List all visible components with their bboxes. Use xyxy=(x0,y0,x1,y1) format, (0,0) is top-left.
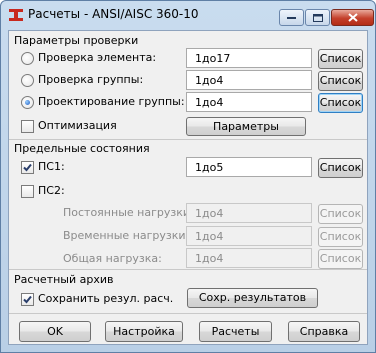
total-load-list-button[interactable]: Список xyxy=(318,249,363,269)
ok-button[interactable]: OK xyxy=(19,321,91,342)
label-optimization: Оптимизация xyxy=(38,119,117,132)
radio-selected-dot xyxy=(25,100,30,105)
permanent-loads-list-button[interactable]: Список xyxy=(318,204,363,224)
save-results-button[interactable]: Сохр. результатов xyxy=(187,288,318,308)
label-ps2: ПС2: xyxy=(38,184,65,197)
settings-button[interactable]: Настройка xyxy=(105,321,183,342)
check-element-input[interactable]: 1до17 xyxy=(186,48,312,68)
dialog-window: Расчеты - ANSI/AISC 360-10 Параметры про… xyxy=(0,0,376,353)
maximize-icon xyxy=(312,13,323,22)
section-title-check-params: Параметры проверки xyxy=(14,34,139,47)
help-button[interactable]: Справка xyxy=(288,321,360,342)
checkmark-icon xyxy=(23,295,32,304)
maximize-button[interactable] xyxy=(305,9,330,26)
close-button[interactable] xyxy=(331,9,374,26)
app-logo-icon xyxy=(9,9,23,21)
dialog-body: Параметры проверки Проверка элемента: 1д… xyxy=(8,30,368,345)
label-live-loads: Временные нагрузки: xyxy=(63,229,190,242)
permanent-loads-input[interactable]: 1до4 xyxy=(186,203,312,223)
live-loads-list-button[interactable]: Список xyxy=(318,227,363,247)
optimization-checkbox[interactable] xyxy=(21,120,34,133)
radio-design-group[interactable] xyxy=(21,96,34,109)
title-bar[interactable]: Расчеты - ANSI/AISC 360-10 xyxy=(1,1,375,29)
check-params-section: Параметры проверки Проверка элемента: 1д… xyxy=(9,31,367,139)
footer-buttons: OK Настройка Расчеты Справка xyxy=(9,313,367,346)
parameters-button[interactable]: Параметры xyxy=(186,117,306,136)
label-save-results: Сохранить резул. расч. xyxy=(38,292,174,305)
minimize-button[interactable] xyxy=(279,9,304,26)
check-group-list-button[interactable]: Список xyxy=(318,71,363,91)
radio-check-element[interactable] xyxy=(21,52,34,65)
checkmark-icon xyxy=(23,163,32,172)
section-title-archive: Расчетный архив xyxy=(14,273,114,286)
ps1-list-button[interactable]: Список xyxy=(318,158,363,178)
minimize-icon xyxy=(287,16,296,19)
check-element-list-button[interactable]: Список xyxy=(318,49,363,69)
label-permanent-loads: Постоянные нагрузки: xyxy=(63,206,194,219)
radio-check-group[interactable] xyxy=(21,74,34,87)
ps2-checkbox[interactable] xyxy=(21,185,34,198)
total-load-input[interactable]: 1до4 xyxy=(186,248,312,268)
close-icon xyxy=(347,13,358,22)
limit-states-section: Предельные состояния ПС1: 1до5 Список ПС… xyxy=(9,139,367,270)
ps1-input[interactable]: 1до5 xyxy=(186,157,312,177)
calculations-button[interactable]: Расчеты xyxy=(199,321,272,342)
live-loads-input[interactable]: 1до4 xyxy=(186,226,312,246)
label-design-group: Проектирование группы: xyxy=(38,95,185,108)
label-ps1: ПС1: xyxy=(38,160,65,173)
ps1-checkbox[interactable] xyxy=(21,161,34,174)
label-check-element: Проверка элемента: xyxy=(38,51,157,64)
archive-section: Расчетный архив Сохранить резул. расч. С… xyxy=(9,269,367,314)
save-results-checkbox[interactable] xyxy=(21,293,34,306)
label-total-load: Общая нагрузка: xyxy=(63,252,162,265)
check-group-input[interactable]: 1до4 xyxy=(186,70,312,90)
label-check-group: Проверка группы: xyxy=(38,73,144,86)
design-group-input[interactable]: 1до4 xyxy=(186,92,312,112)
section-title-limit-states: Предельные состояния xyxy=(14,142,150,155)
window-title: Расчеты - ANSI/AISC 360-10 xyxy=(28,7,199,21)
design-group-list-button[interactable]: Список xyxy=(318,93,363,113)
